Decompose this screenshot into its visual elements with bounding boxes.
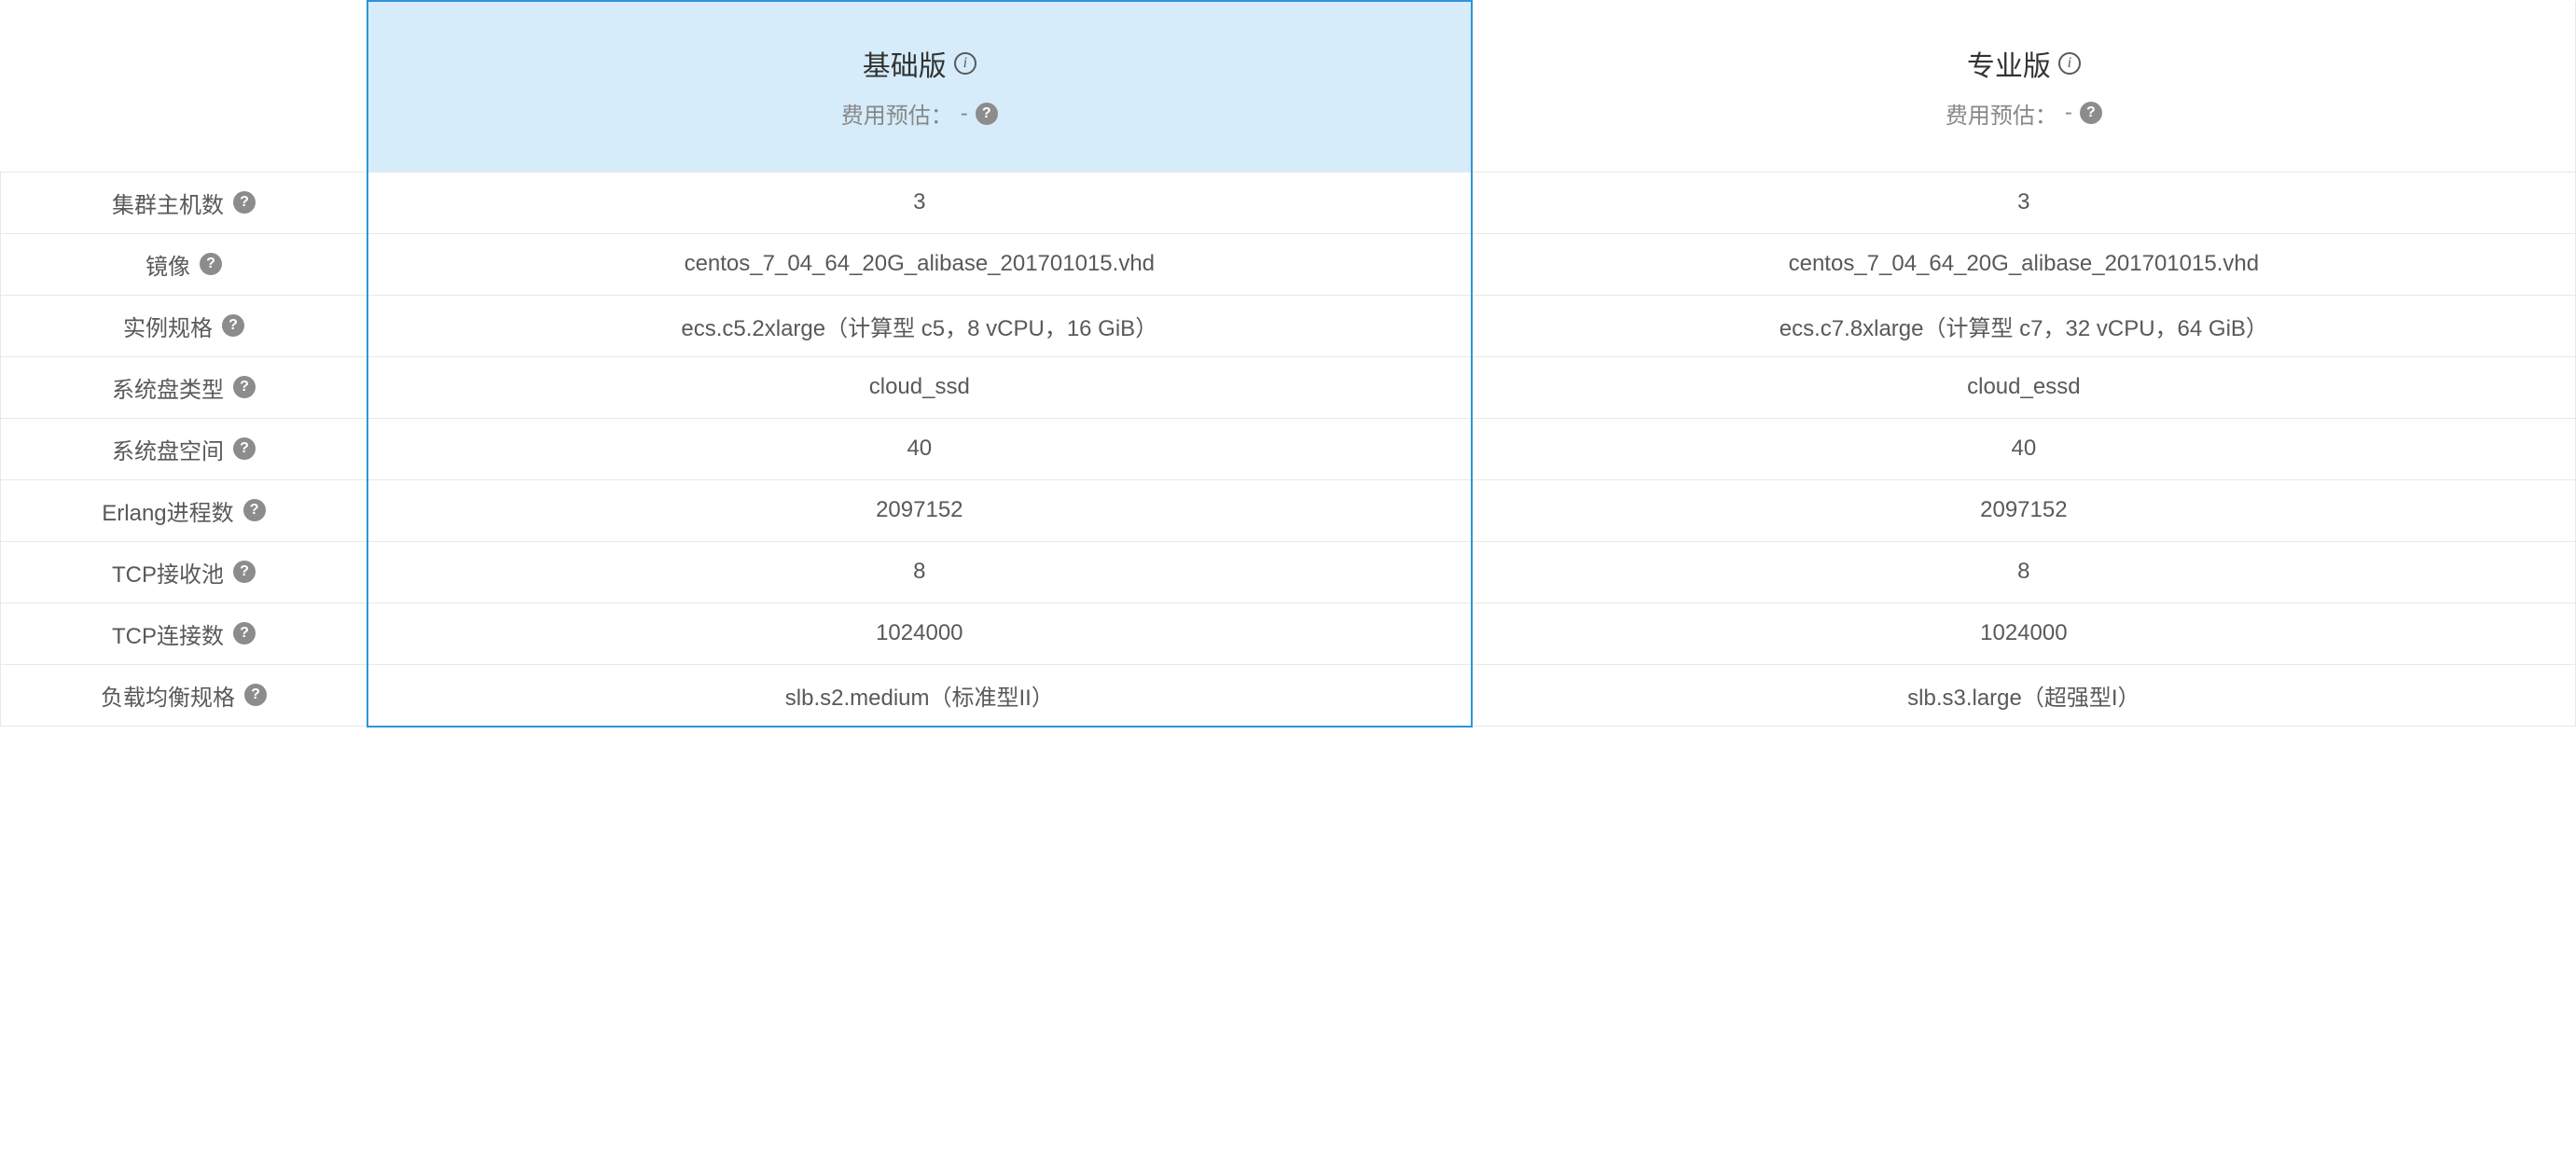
table-row: 负载均衡规格 ? slb.s2.medium（标准型II） slb.s3.lar… bbox=[1, 664, 2576, 727]
row-label: 镜像 bbox=[145, 248, 190, 281]
help-icon[interactable]: ? bbox=[243, 499, 266, 521]
row-label: 集群主机数 bbox=[112, 187, 224, 219]
pro-value-cell: 1024000 bbox=[1472, 603, 2576, 664]
basic-plan-header[interactable]: 基础版 i 费用预估： - ? bbox=[367, 1, 1472, 172]
row-label-cell: TCP连接数 ? bbox=[1, 603, 367, 664]
row-label: 实例规格 bbox=[123, 310, 213, 342]
basic-value-cell: 40 bbox=[367, 418, 1472, 479]
table-row: 系统盘类型 ? cloud_ssd cloud_essd bbox=[1, 356, 2576, 418]
info-icon[interactable]: i bbox=[954, 52, 976, 75]
help-icon[interactable]: ? bbox=[233, 622, 256, 644]
help-icon[interactable]: ? bbox=[233, 437, 256, 460]
pro-value-cell: 2097152 bbox=[1472, 479, 2576, 541]
row-label-cell: Erlang进程数 ? bbox=[1, 479, 367, 541]
row-label-cell: TCP接收池 ? bbox=[1, 541, 367, 603]
table-row: Erlang进程数 ? 2097152 2097152 bbox=[1, 479, 2576, 541]
pro-cost-label: 费用预估： bbox=[1946, 97, 2057, 130]
basic-value-cell: 2097152 bbox=[367, 479, 1472, 541]
pro-value-cell: centos_7_04_64_20G_alibase_201701015.vhd bbox=[1472, 233, 2576, 295]
pro-plan-header[interactable]: 专业版 i 费用预估： - ? bbox=[1472, 1, 2576, 172]
pro-value-cell: cloud_essd bbox=[1472, 356, 2576, 418]
basic-value-cell: 3 bbox=[367, 172, 1472, 233]
pro-value-cell: 8 bbox=[1472, 541, 2576, 603]
basic-value-cell: ecs.c5.2xlarge（计算型 c5，8 vCPU，16 GiB） bbox=[367, 295, 1472, 356]
row-label-cell: 系统盘类型 ? bbox=[1, 356, 367, 418]
row-label: TCP接收池 bbox=[112, 556, 224, 589]
table-header-row: 基础版 i 费用预估： - ? 专业版 i 费用预估： - ? bbox=[1, 1, 2576, 172]
info-icon[interactable]: i bbox=[2058, 52, 2081, 75]
basic-value-cell: slb.s2.medium（标准型II） bbox=[367, 664, 1472, 727]
pro-value-cell: 3 bbox=[1472, 172, 2576, 233]
help-icon[interactable]: ? bbox=[2080, 102, 2102, 124]
row-label: 负载均衡规格 bbox=[101, 679, 235, 712]
pro-value-cell: slb.s3.large（超强型I） bbox=[1472, 664, 2576, 727]
row-label-cell: 实例规格 ? bbox=[1, 295, 367, 356]
row-label-cell: 镜像 ? bbox=[1, 233, 367, 295]
basic-value-cell: 1024000 bbox=[367, 603, 1472, 664]
row-label-cell: 负载均衡规格 ? bbox=[1, 664, 367, 727]
row-label-cell: 系统盘空间 ? bbox=[1, 418, 367, 479]
basic-value-cell: cloud_ssd bbox=[367, 356, 1472, 418]
table-row: 实例规格 ? ecs.c5.2xlarge（计算型 c5，8 vCPU，16 G… bbox=[1, 295, 2576, 356]
row-label: 系统盘类型 bbox=[112, 371, 224, 404]
help-icon[interactable]: ? bbox=[200, 253, 222, 275]
row-label: TCP连接数 bbox=[112, 617, 224, 650]
pro-value-cell: ecs.c7.8xlarge（计算型 c7，32 vCPU，64 GiB） bbox=[1472, 295, 2576, 356]
help-icon[interactable]: ? bbox=[976, 103, 998, 125]
table-row: 系统盘空间 ? 40 40 bbox=[1, 418, 2576, 479]
basic-value-cell: centos_7_04_64_20G_alibase_201701015.vhd bbox=[367, 233, 1472, 295]
table-row: TCP连接数 ? 1024000 1024000 bbox=[1, 603, 2576, 664]
pro-plan-title: 专业版 bbox=[1967, 43, 2051, 84]
table-row: TCP接收池 ? 8 8 bbox=[1, 541, 2576, 603]
help-icon[interactable]: ? bbox=[222, 314, 244, 337]
table-row: 镜像 ? centos_7_04_64_20G_alibase_20170101… bbox=[1, 233, 2576, 295]
basic-cost-value: - bbox=[961, 101, 968, 127]
empty-corner-cell bbox=[1, 1, 367, 172]
help-icon[interactable]: ? bbox=[244, 684, 267, 706]
table-row: 集群主机数 ? 3 3 bbox=[1, 172, 2576, 233]
help-icon[interactable]: ? bbox=[233, 376, 256, 398]
help-icon[interactable]: ? bbox=[233, 561, 256, 583]
row-label-cell: 集群主机数 ? bbox=[1, 172, 367, 233]
basic-value-cell: 8 bbox=[367, 541, 1472, 603]
row-label: 系统盘空间 bbox=[112, 433, 224, 465]
help-icon[interactable]: ? bbox=[233, 191, 256, 214]
plan-comparison-table: 基础版 i 费用预估： - ? 专业版 i 费用预估： - ? bbox=[0, 0, 2576, 728]
pro-cost-value: - bbox=[2065, 100, 2072, 126]
pro-value-cell: 40 bbox=[1472, 418, 2576, 479]
basic-cost-label: 费用预估： bbox=[841, 97, 953, 130]
basic-plan-title: 基础版 bbox=[863, 43, 947, 84]
row-label: Erlang进程数 bbox=[102, 494, 233, 527]
